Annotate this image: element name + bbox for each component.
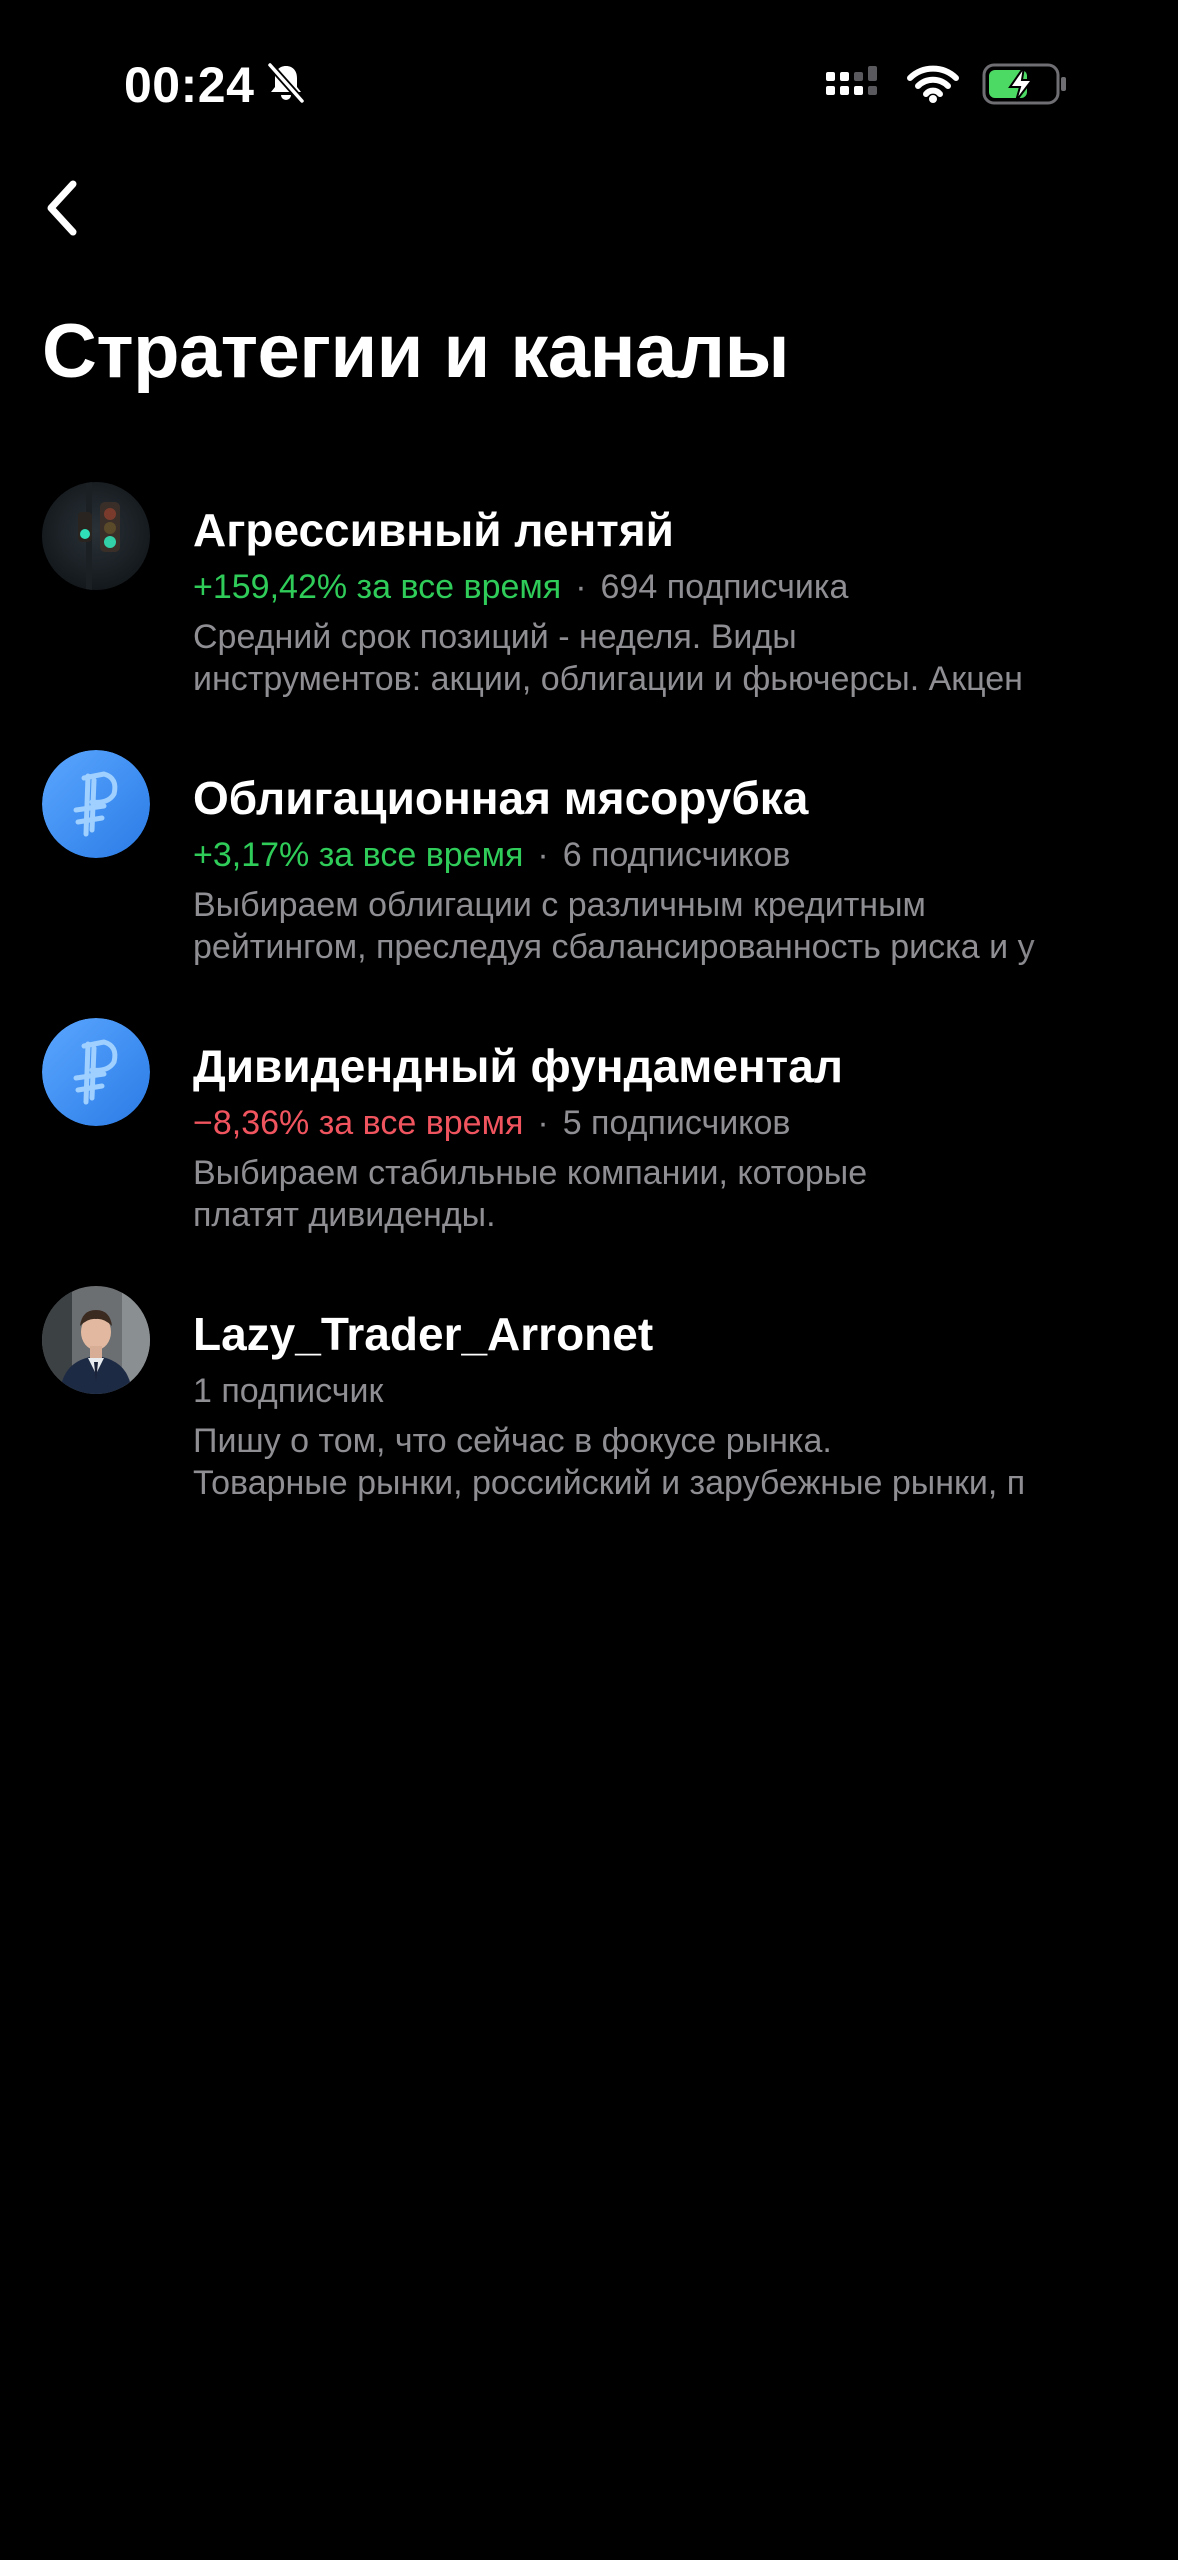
subscriber-count: 5 подписчиков	[562, 1104, 791, 1142]
description-line: рейтингом, преследуя сбалансированность …	[193, 928, 1035, 966]
return-value: −8,36% за все время	[193, 1104, 524, 1142]
item-title: Дивидендный фундаментал	[193, 1040, 844, 1092]
item-body: Дивидендный фундаментал −8,36% за все вр…	[193, 1038, 1133, 1236]
list-item[interactable]: Lazy_Trader_Arronet 1 подписчик Пишу о т…	[0, 1274, 1178, 1542]
subscriber-count: 694 подписчика	[600, 568, 849, 606]
item-description: Средний срок позиций - неделя. Виды инст…	[193, 616, 1133, 700]
item-title: Облигационная мясорубка	[193, 772, 809, 824]
wifi-icon	[906, 64, 960, 109]
item-description: Выбираем стабильные компании, которые пл…	[193, 1152, 1133, 1236]
separator-dot: ·	[575, 568, 587, 606]
strategy-list: Агрессивный лентяй +159,42% за все время…	[0, 470, 1178, 1542]
description-line: инструментов: акции, облигации и фьючерс…	[193, 660, 1023, 698]
back-button[interactable]	[26, 172, 96, 248]
chevron-left-icon	[41, 178, 81, 243]
description-line: Пишу о том, что сейчас в фокусе рынка.	[193, 1422, 832, 1460]
status-time-group: 00:24	[124, 56, 308, 114]
avatar	[42, 1018, 150, 1126]
item-meta: 1 подписчик	[193, 1366, 1133, 1416]
battery-charging-icon	[982, 62, 1068, 111]
subscriber-count: 1 подписчик	[193, 1372, 384, 1410]
return-value: +159,42% за все время	[193, 568, 562, 606]
page-title: Стратегии и каналы	[42, 309, 790, 394]
list-item[interactable]: Агрессивный лентяй +159,42% за все время…	[0, 470, 1178, 738]
item-body: Lazy_Trader_Arronet 1 подписчик Пишу о т…	[193, 1306, 1133, 1504]
avatar	[42, 750, 150, 858]
separator-dot: ·	[537, 836, 549, 874]
description-line: Товарные рынки, российский и зарубежные …	[193, 1464, 1026, 1502]
item-body: Агрессивный лентяй +159,42% за все время…	[193, 502, 1133, 700]
bell-slash-icon	[264, 61, 308, 110]
separator-dot: ·	[537, 1104, 549, 1142]
list-item[interactable]: Дивидендный фундаментал −8,36% за все вр…	[0, 1006, 1178, 1274]
item-meta: +159,42% за все время · 694 подписчика	[193, 562, 1133, 612]
signal-icon	[824, 64, 884, 109]
item-title: Lazy_Trader_Arronet	[193, 1308, 654, 1360]
status-time: 00:24	[124, 57, 255, 113]
description-line: Выбираем облигации с различным кредитным	[193, 886, 926, 924]
status-icons	[824, 62, 1068, 111]
item-description: Пишу о том, что сейчас в фокусе рынка. Т…	[193, 1420, 1133, 1504]
item-title: Агрессивный лентяй	[193, 504, 674, 556]
item-body: Облигационная мясорубка +3,17% за все вр…	[193, 770, 1133, 968]
description-line: Средний срок позиций - неделя. Виды	[193, 618, 797, 656]
status-bar: 00:24	[0, 0, 1178, 150]
avatar	[42, 1286, 150, 1394]
list-item[interactable]: Облигационная мясорубка +3,17% за все вр…	[0, 738, 1178, 1006]
description-line: Выбираем стабильные компании, которые	[193, 1154, 868, 1192]
avatar	[42, 482, 150, 590]
item-meta: +3,17% за все время · 6 подписчиков	[193, 830, 1133, 880]
item-description: Выбираем облигации с различным кредитным…	[193, 884, 1133, 968]
description-line: платят дивиденды.	[193, 1196, 496, 1234]
return-value: +3,17% за все время	[193, 836, 524, 874]
item-meta: −8,36% за все время · 5 подписчиков	[193, 1098, 1133, 1148]
subscriber-count: 6 подписчиков	[562, 836, 791, 874]
